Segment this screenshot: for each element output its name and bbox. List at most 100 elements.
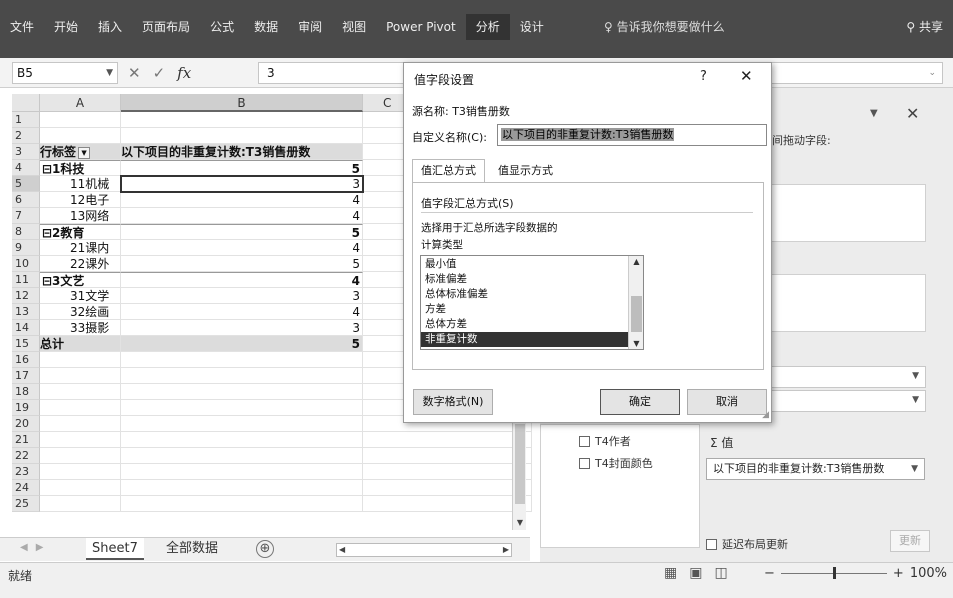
scroll-left-icon[interactable]: ◀ (339, 544, 345, 556)
tab-insert[interactable]: 插入 (88, 14, 132, 40)
row-header[interactable]: 12 (12, 288, 40, 304)
sheet-tab-all-data[interactable]: 全部数据 (160, 538, 224, 560)
row-header[interactable]: 20 (12, 416, 40, 432)
close-icon[interactable]: ✕ (740, 67, 753, 85)
tab-file[interactable]: 文件 (0, 14, 44, 40)
insert-function-icon[interactable]: fx (177, 64, 191, 82)
row-header[interactable]: 23 (12, 464, 40, 480)
checkbox-icon[interactable] (579, 457, 590, 469)
pivot-row-label[interactable]: ⊟1科技 (40, 160, 121, 176)
select-all-corner[interactable] (12, 94, 40, 112)
grid-cell[interactable] (40, 368, 121, 384)
grid-cell[interactable] (40, 480, 121, 496)
cancel-button[interactable]: 取消 (687, 389, 767, 415)
number-format-button[interactable]: 数字格式(N) (413, 389, 493, 415)
list-scroll-thumb[interactable] (631, 296, 642, 332)
grid-cell[interactable] (40, 448, 121, 464)
chevron-down-icon[interactable]: ▼ (911, 459, 918, 479)
row-header[interactable]: 13 (12, 304, 40, 320)
pivot-row-value[interactable]: 4 (121, 208, 363, 224)
grid-cell[interactable] (121, 112, 363, 128)
row-header[interactable]: 11 (12, 272, 40, 288)
grid-cell[interactable] (121, 432, 363, 448)
update-button[interactable]: 更新 (890, 530, 930, 552)
pane-options-icon[interactable]: ▼ (870, 108, 878, 119)
list-item-selected[interactable]: 非重复计数 (421, 332, 628, 347)
row-header[interactable]: 7 (12, 208, 40, 224)
scroll-thumb[interactable] (515, 424, 525, 504)
row-header[interactable]: 1 (12, 112, 40, 128)
page-layout-view-icon[interactable]: ▣ (689, 565, 702, 581)
share-button[interactable]: ⚲ 共享 (906, 14, 943, 40)
field-t4-cover-color[interactable]: T4封面颜色 (579, 455, 653, 471)
pivot-row-value[interactable]: 4 (121, 240, 363, 256)
name-box[interactable]: B5 ▼ (12, 62, 118, 84)
tell-me-box[interactable]: ♀ 告诉我你想要做什么 (604, 14, 725, 40)
grid-cell[interactable] (363, 480, 532, 496)
row-header[interactable]: 14 (12, 320, 40, 336)
column-header-a[interactable]: A (40, 94, 121, 112)
row-header[interactable]: 18 (12, 384, 40, 400)
close-icon[interactable]: ✕ (906, 104, 919, 123)
row-header[interactable]: 8 (12, 224, 40, 240)
pivot-row-label[interactable]: ⊟3文艺 (40, 272, 121, 288)
tab-power-pivot[interactable]: Power Pivot (376, 14, 466, 40)
grid-cell[interactable] (40, 352, 121, 368)
grid-cell[interactable] (40, 128, 121, 144)
cancel-icon[interactable]: ✕ (128, 64, 141, 82)
zoom-out-icon[interactable]: − (764, 566, 775, 581)
column-header-b[interactable]: B (121, 94, 363, 112)
sheet-nav-arrows-icon[interactable]: ◀▶ (20, 542, 51, 553)
grid-cell[interactable] (121, 368, 363, 384)
pivot-row-label[interactable]: 11机械 (40, 176, 121, 192)
field-t4-author[interactable]: T4作者 (579, 433, 631, 449)
pivot-row-value[interactable]: 4 (121, 272, 363, 288)
list-item[interactable]: 方差 (421, 302, 628, 317)
scroll-right-icon[interactable]: ▶ (503, 544, 509, 556)
grid-cell[interactable] (121, 496, 363, 512)
pivot-grand-total-label[interactable]: 总计 (40, 336, 121, 352)
row-header[interactable]: 10 (12, 256, 40, 272)
pivot-row-label[interactable]: 21课内 (40, 240, 121, 256)
row-header[interactable]: 17 (12, 368, 40, 384)
row-header[interactable]: 16 (12, 352, 40, 368)
pivot-row-label[interactable]: 31文学 (40, 288, 121, 304)
pivot-row-label[interactable]: 12电子 (40, 192, 121, 208)
grid-cell[interactable] (121, 128, 363, 144)
ok-button[interactable]: 确定 (600, 389, 680, 415)
row-header[interactable]: 6 (12, 192, 40, 208)
row-header[interactable]: 21 (12, 432, 40, 448)
tab-show-values-as[interactable]: 值显示方式 (492, 162, 559, 182)
tab-summarize-values-by[interactable]: 值汇总方式 (412, 159, 485, 183)
scroll-down-icon[interactable]: ▼ (629, 339, 644, 348)
pivot-row-labels-header[interactable]: 行标签 ▼ (40, 144, 121, 160)
grid-cell[interactable] (40, 416, 121, 432)
pivot-row-value[interactable]: 5 (121, 256, 363, 272)
zoom-in-icon[interactable]: + (893, 566, 904, 581)
pivot-row-value[interactable]: 3 (121, 176, 363, 192)
pivot-row-value[interactable]: 3 (121, 288, 363, 304)
tab-home[interactable]: 开始 (44, 14, 88, 40)
row-header[interactable]: 3 (12, 144, 40, 160)
pivot-row-value[interactable]: 4 (121, 304, 363, 320)
horizontal-scrollbar[interactable]: ◀ ▶ (336, 543, 512, 557)
values-field-item[interactable]: 以下项目的非重复计数:T3销售册数 ▼ (706, 458, 925, 480)
add-sheet-icon[interactable]: ⊕ (256, 540, 274, 558)
list-item[interactable]: 总体方差 (421, 317, 628, 332)
pivot-row-value[interactable]: 5 (121, 224, 363, 240)
grid-cell[interactable] (121, 352, 363, 368)
tab-view[interactable]: 视图 (332, 14, 376, 40)
pivot-row-label[interactable]: 33摄影 (40, 320, 121, 336)
grid-cell[interactable] (40, 384, 121, 400)
expand-formula-icon[interactable]: ⌄ (928, 63, 936, 83)
sheet-tab-sheet7[interactable]: Sheet7 (86, 538, 144, 560)
row-header[interactable]: 4 (12, 160, 40, 176)
row-header[interactable]: 2 (12, 128, 40, 144)
pivot-row-label[interactable]: 32绘画 (40, 304, 121, 320)
pivot-value-header[interactable]: 以下项目的非重复计数:T3销售册数 (121, 144, 363, 160)
scroll-up-icon[interactable]: ▲ (629, 257, 644, 266)
grid-cell[interactable] (121, 448, 363, 464)
row-header[interactable]: 5 (12, 176, 40, 192)
pivot-row-label[interactable]: ⊟2教育 (40, 224, 121, 240)
row-header[interactable]: 24 (12, 480, 40, 496)
